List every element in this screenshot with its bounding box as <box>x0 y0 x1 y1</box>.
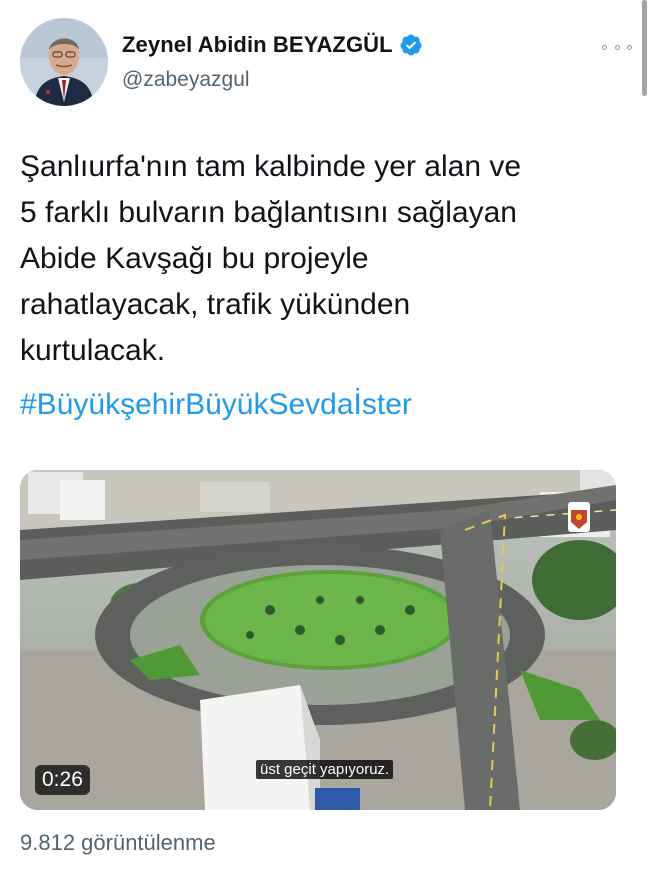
view-count: 9.812 görüntülenme <box>20 830 216 855</box>
tweet-text: Şanlıurfa'nın tam kalbinde yer alan ve 5… <box>20 150 522 367</box>
author-name-row[interactable]: Zeynel Abidin BEYAZGÜL <box>122 32 423 58</box>
video-duration: 0:26 <box>35 765 90 795</box>
verified-badge-icon <box>400 34 422 56</box>
scrollbar[interactable] <box>642 0 647 96</box>
avatar[interactable] <box>20 18 108 106</box>
video-thumbnail <box>20 470 616 810</box>
dot-icon <box>614 44 620 50</box>
author-name[interactable]: Zeynel Abidin BEYAZGÜL <box>122 32 393 58</box>
video-subtitle: üst geçit yapıyoruz. <box>256 760 394 779</box>
hashtag-link[interactable]: #BüyükşehirBüyükSevdaİster <box>20 388 412 422</box>
tweet-header: Zeynel Abidin BEYAZGÜL @zabeyazgul <box>20 18 632 108</box>
more-options-icon[interactable] <box>602 40 632 54</box>
avatar-image <box>20 18 108 106</box>
dot-icon <box>627 44 632 50</box>
video-player[interactable]: 0:26 üst geçit yapıyoruz. <box>20 470 616 810</box>
dot-icon <box>602 44 607 50</box>
author-handle[interactable]: @zabeyazgul <box>122 68 250 92</box>
